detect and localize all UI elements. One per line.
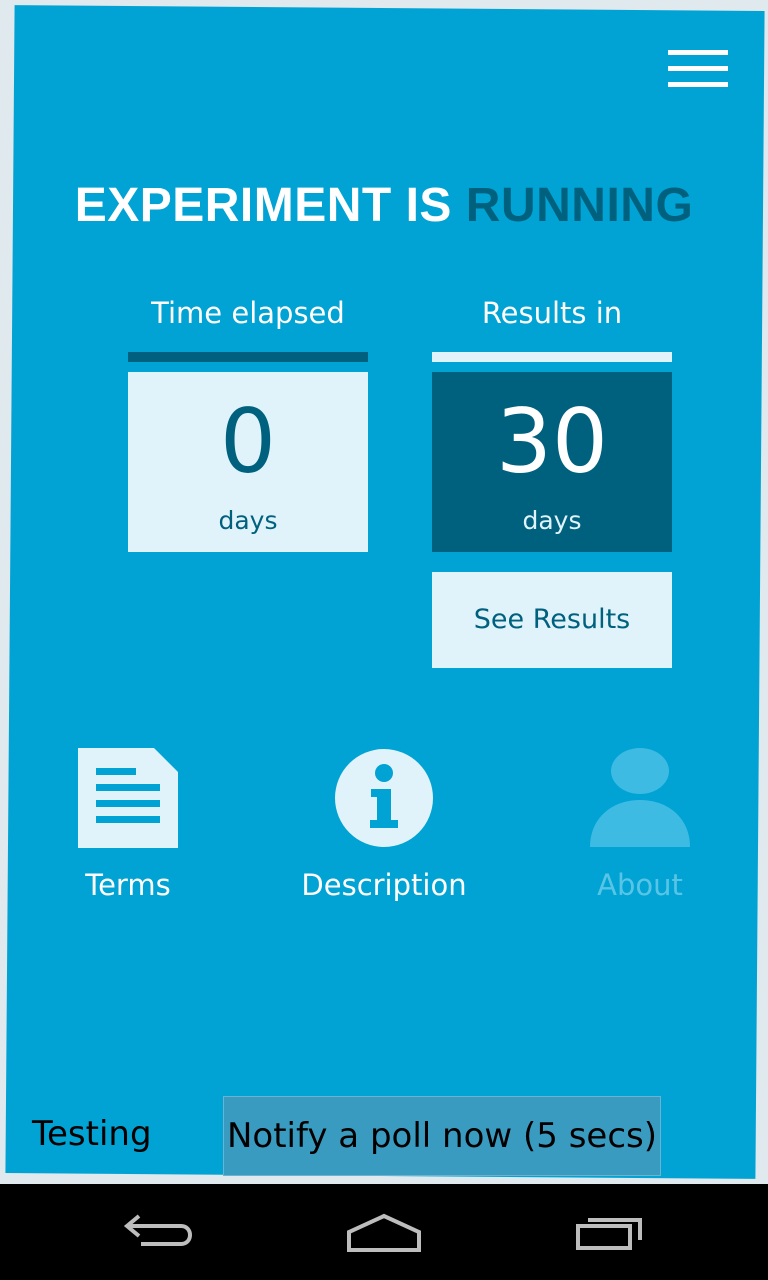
recents-button[interactable] [564,1202,654,1262]
recents-icon [564,1218,654,1266]
home-button[interactable] [339,1202,429,1262]
system-navigation-bar [0,1184,768,1280]
page-title: EXPERIMENT IS RUNNING [0,178,768,233]
testing-label: Testing [32,1114,152,1154]
time-elapsed-value: 0 [220,390,276,493]
time-elapsed-card: 0 days [128,372,368,552]
time-elapsed-label: Time elapsed [151,296,345,330]
results-in-value: 30 [496,390,608,493]
results-in-rule [432,352,672,362]
back-icon [115,1214,205,1266]
content-area: EXPERIMENT IS RUNNING Time elapsed 0 day… [0,0,768,1184]
app-screen: EXPERIMENT IS RUNNING Time elapsed 0 day… [0,0,768,1280]
terms-label: Terms [85,868,171,902]
description-button[interactable]: Description [279,746,489,902]
notify-poll-button[interactable]: Notify a poll now (5 secs) [223,1096,661,1176]
time-elapsed-unit: days [218,506,278,535]
title-status: RUNNING [465,179,694,232]
results-in-label: Results in [481,296,623,330]
about-button[interactable]: About [535,746,745,902]
results-in-card: 30 days [432,372,672,552]
see-results-button[interactable]: See Results [432,572,672,668]
home-icon [339,1213,429,1266]
title-prefix: EXPERIMENT IS [74,179,452,232]
terms-button[interactable]: Terms [23,746,233,902]
menu-button[interactable] [662,46,734,96]
description-label: Description [301,868,467,902]
about-label: About [597,868,683,902]
results-in-unit: days [522,506,582,535]
time-elapsed-rule [128,352,368,362]
back-button[interactable] [115,1202,205,1262]
